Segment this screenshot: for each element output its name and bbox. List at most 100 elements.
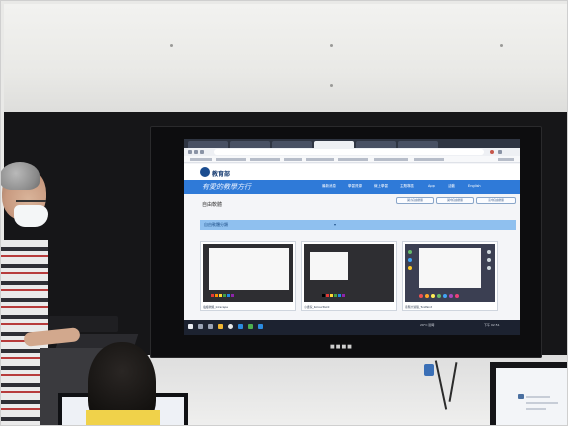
tool-dot <box>443 294 447 298</box>
chrome-icon[interactable] <box>228 324 233 329</box>
browser-tab[interactable] <box>230 141 270 148</box>
category-button[interactable]: 國中自由軟體 <box>436 197 474 204</box>
face-mask <box>14 205 48 227</box>
ministry-logo-icon[interactable] <box>200 167 210 177</box>
color-swatch <box>342 294 345 297</box>
star-icon[interactable] <box>498 150 502 154</box>
folder-icon[interactable] <box>218 324 223 329</box>
browser-tab[interactable] <box>188 141 228 148</box>
bookmark-item[interactable] <box>338 158 368 161</box>
windows-start-icon[interactable] <box>188 324 193 329</box>
tool-dot <box>437 294 441 298</box>
reload-icon[interactable] <box>200 150 204 154</box>
tool-dot <box>425 294 429 298</box>
color-swatch <box>231 294 234 297</box>
monitor-screen: 教育部 有愛的教學方行 最新消息 學習資源 線上學習 主題專區 App 活動 E… <box>184 139 520 335</box>
bookmark-item[interactable] <box>414 158 444 161</box>
bookmark-item[interactable] <box>374 158 408 161</box>
color-swatch <box>227 294 230 297</box>
windows-taskbar <box>184 320 520 335</box>
canvas-area <box>209 248 289 290</box>
page-title: 自由軟體 <box>202 202 223 208</box>
browser-tab[interactable] <box>356 141 396 148</box>
tool-dot <box>487 266 491 270</box>
app-icon <box>518 394 524 399</box>
glasses <box>16 200 46 202</box>
task-view-icon[interactable] <box>208 324 213 329</box>
nav-item[interactable]: 最新消息 <box>322 184 336 189</box>
app-icon[interactable] <box>248 324 253 329</box>
nav-item[interactable]: 線上學習 <box>374 184 388 189</box>
card-screenshot <box>304 244 394 302</box>
forward-arrow-icon[interactable] <box>194 150 198 154</box>
color-swatch <box>322 294 325 297</box>
tool-dot <box>408 258 412 262</box>
software-card[interactable]: 電繪軟體_Inkscape <box>200 241 296 311</box>
card-label: 塗鴉大冒險_TuxPaint <box>405 305 433 309</box>
nav-item[interactable]: English <box>468 184 481 188</box>
tool-dot <box>431 294 435 298</box>
software-card[interactable]: 小畫家_KolourPaint <box>301 241 397 311</box>
profile-icon[interactable] <box>490 150 494 154</box>
bookmark-item[interactable] <box>216 158 246 161</box>
back-arrow-icon[interactable] <box>188 150 192 154</box>
classroom-photo: ■■■■ 教育部 有愛的教學方行 最新消息 學習資源 線上學習 主題專區 App… <box>0 0 568 426</box>
tool-dot <box>449 294 453 298</box>
color-swatch <box>326 294 329 297</box>
tool-dot <box>408 250 412 254</box>
browser-tab-active[interactable] <box>314 141 354 148</box>
canvas-area <box>310 252 348 280</box>
bookmark-item[interactable] <box>498 158 514 161</box>
color-swatch <box>334 294 337 297</box>
wall-screw <box>330 84 333 87</box>
presenter-hair <box>0 162 40 190</box>
browser-tab[interactable] <box>272 141 312 148</box>
color-swatch <box>338 294 341 297</box>
ceiling-wall <box>4 4 568 118</box>
taskbar-clock[interactable]: 下午 02:51 <box>484 323 500 327</box>
bookmark-item[interactable] <box>306 158 334 161</box>
site-header <box>184 164 520 180</box>
text-line <box>526 408 546 410</box>
nav-item[interactable]: App <box>428 184 435 188</box>
student-shirt <box>86 410 160 426</box>
text-line <box>526 402 558 404</box>
power-outlet <box>424 364 434 376</box>
category-filter-bar[interactable] <box>200 220 516 230</box>
browser-tab[interactable] <box>398 141 438 148</box>
canvas-area <box>419 248 481 288</box>
filter-label: 自由軟體分類 <box>204 222 228 227</box>
tool-dot <box>487 258 491 262</box>
card-label: 電繪軟體_Inkscape <box>203 305 229 309</box>
card-label: 小畫家_KolourPaint <box>304 305 330 309</box>
color-swatch <box>211 294 214 297</box>
taskbar-weather[interactable]: 29°C 陰時 <box>420 323 434 327</box>
category-button[interactable]: 高中自由軟體 <box>476 197 516 204</box>
wall-screw <box>330 44 333 47</box>
card-screenshot <box>405 244 495 302</box>
bookmark-item[interactable] <box>190 158 212 161</box>
software-card[interactable]: 塗鴉大冒險_TuxPaint <box>402 241 498 311</box>
tool-dot <box>419 294 423 298</box>
bookmark-item[interactable] <box>250 158 280 161</box>
card-screenshot <box>203 244 293 302</box>
nav-item[interactable]: 活動 <box>448 184 455 189</box>
app-icon[interactable] <box>258 324 263 329</box>
color-swatch <box>330 294 333 297</box>
tool-dot <box>408 266 412 270</box>
color-swatch <box>219 294 222 297</box>
wall-screw <box>500 44 503 47</box>
address-bar[interactable] <box>214 149 484 155</box>
category-button[interactable]: 國小自由軟體 <box>396 197 434 204</box>
text-line <box>526 396 550 398</box>
bookmark-item[interactable] <box>284 158 302 161</box>
nav-item[interactable]: 主題專區 <box>400 184 414 189</box>
search-icon[interactable] <box>198 324 203 329</box>
tool-dot <box>455 294 459 298</box>
edge-icon[interactable] <box>238 324 243 329</box>
site-tagline: 有愛的教學方行 <box>202 183 251 191</box>
wall-screw <box>170 44 173 47</box>
nav-item[interactable]: 學習資源 <box>348 184 362 189</box>
tv-brand-logo: ■■■■ <box>330 344 353 350</box>
site-logo-text[interactable]: 教育部 <box>212 169 230 178</box>
